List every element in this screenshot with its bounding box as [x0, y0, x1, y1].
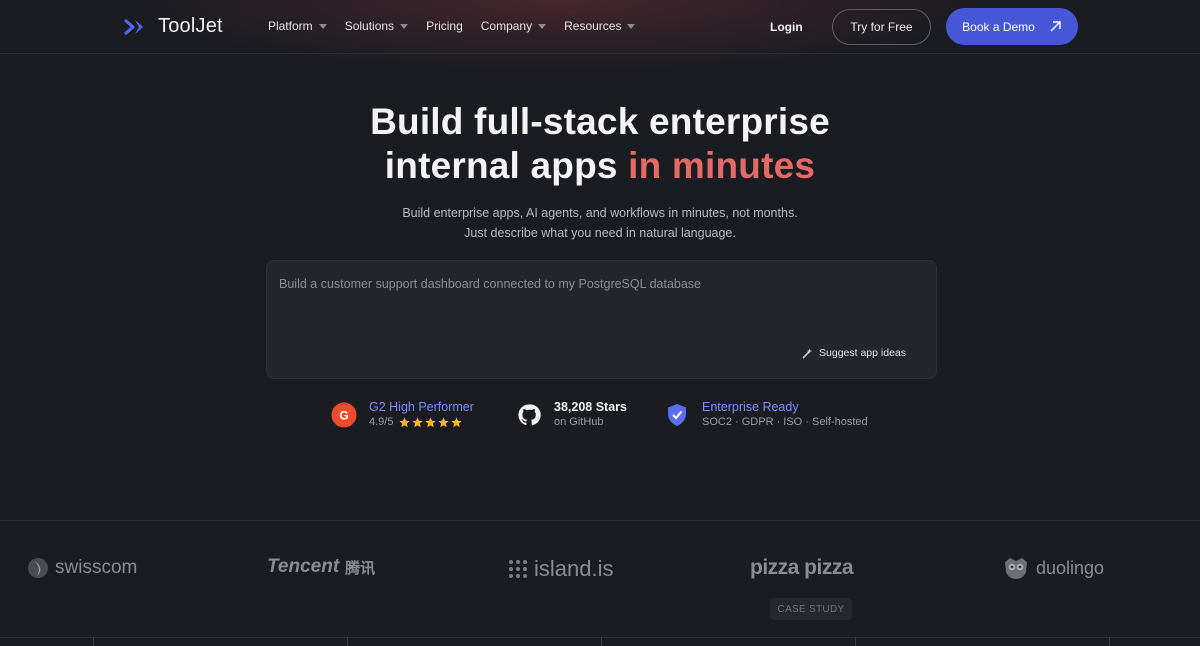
nav-item-label: Platform: [268, 19, 313, 33]
star-icon: [425, 417, 437, 428]
g2-rating: 4.9/5: [369, 415, 474, 430]
pizza-pizza-logo[interactable]: pizza pizza: [750, 556, 854, 580]
hero-title-line1: Build full-stack enterprise: [370, 101, 830, 142]
g2-icon: G: [331, 402, 357, 428]
duolingo-logo[interactable]: duolingo: [1002, 556, 1104, 580]
prompt-input[interactable]: [279, 277, 919, 337]
login-link[interactable]: Login: [770, 20, 803, 34]
logo-strip-divider: [0, 520, 1200, 521]
dots-grid-icon: [509, 560, 527, 578]
column-divider: [93, 637, 94, 646]
bottom-divider: [0, 637, 1200, 638]
chevron-down-icon: [400, 23, 409, 29]
chevron-down-icon: [627, 23, 636, 29]
nav-item-resources[interactable]: Resources: [564, 19, 636, 33]
logo-text: ToolJet: [158, 15, 223, 37]
column-divider: [855, 637, 856, 646]
star-icon: [438, 417, 450, 428]
brand-name: island.is: [534, 556, 614, 581]
nav-item-platform[interactable]: Platform: [268, 19, 327, 33]
try-for-free-label: Try for Free: [850, 20, 913, 34]
book-demo-button[interactable]: Book a Demo: [946, 8, 1078, 45]
github-badge: 38,208 Stars on GitHub: [516, 399, 627, 430]
hero-subtitle: Build enterprise apps, AI agents, and wo…: [402, 206, 798, 240]
brand-name: swisscom: [55, 557, 138, 578]
nav-item-label: Pricing: [426, 19, 463, 33]
github-stars[interactable]: 38,208 Stars: [554, 399, 627, 415]
column-divider: [601, 637, 602, 646]
nav-item-pricing[interactable]: Pricing: [426, 19, 463, 33]
tooljet-logo-icon: [124, 18, 143, 35]
brand-name: Tencent: [267, 556, 340, 577]
star-icon: [451, 417, 463, 428]
nav-links: Platform Solutions Pricing Company Resou…: [268, 19, 653, 33]
suggest-app-ideas-button[interactable]: Suggest app ideas: [802, 347, 906, 359]
prompt-box: Suggest app ideas: [266, 260, 937, 379]
tencent-logo[interactable]: Tencent 腾讯: [267, 556, 375, 578]
duolingo-owl-icon: [1005, 558, 1027, 579]
tooljet-logo[interactable]: ToolJet: [124, 15, 223, 38]
column-divider: [1109, 637, 1110, 646]
column-divider: [347, 637, 348, 646]
github-sub: on GitHub: [554, 416, 604, 428]
star-icon: [412, 417, 424, 428]
enterprise-title[interactable]: Enterprise Ready: [702, 399, 868, 415]
g2-title[interactable]: G2 High Performer: [369, 399, 474, 415]
brand-name: duolingo: [1036, 557, 1105, 578]
github-icon: [516, 402, 542, 428]
g2-badge: G G2 High Performer 4.9/5: [331, 399, 474, 430]
magic-wand-icon: [802, 348, 813, 359]
g2-rating-value: 4.9/5: [369, 416, 394, 428]
book-demo-label: Book a Demo: [962, 19, 1035, 34]
nav-item-solutions[interactable]: Solutions: [344, 19, 409, 33]
enterprise-sub: SOC2 · GDPR · ISO · Self-hosted: [702, 416, 868, 428]
chevron-down-icon: [318, 23, 327, 29]
nav-item-label: Resources: [564, 19, 622, 33]
rating-stars: [399, 417, 463, 428]
swisscom-logo[interactable]: swisscom: [27, 556, 137, 580]
arrow-up-right-icon: [1050, 21, 1061, 32]
suggest-app-ideas-label: Suggest app ideas: [819, 347, 906, 359]
nav-item-label: Solutions: [344, 19, 395, 33]
shield-check-icon: [664, 402, 690, 428]
try-for-free-button[interactable]: Try for Free: [832, 9, 931, 45]
svg-text:G: G: [339, 408, 348, 422]
hero-title-line2: internal apps: [384, 145, 629, 186]
island-is-logo[interactable]: island.is: [508, 556, 613, 582]
case-study-badge[interactable]: CASE STUDY: [770, 598, 852, 620]
brand-suffix: 腾讯: [345, 559, 376, 577]
star-icon: [399, 417, 411, 428]
hero-title: Build full-stack enterprise internal app…: [0, 100, 1200, 188]
hero-title-accent: in minutes: [628, 145, 816, 186]
nav-item-company[interactable]: Company: [480, 19, 547, 33]
nav-item-label: Company: [480, 19, 533, 33]
brand-name: pizza pizza: [750, 556, 854, 579]
chevron-down-icon: [538, 23, 547, 29]
enterprise-badge: Enterprise Ready SOC2 · GDPR · ISO · Sel…: [664, 399, 868, 430]
swisscom-icon: [28, 558, 48, 578]
top-navigation: ToolJet Platform Solutions Pricing Compa…: [0, 0, 1200, 54]
